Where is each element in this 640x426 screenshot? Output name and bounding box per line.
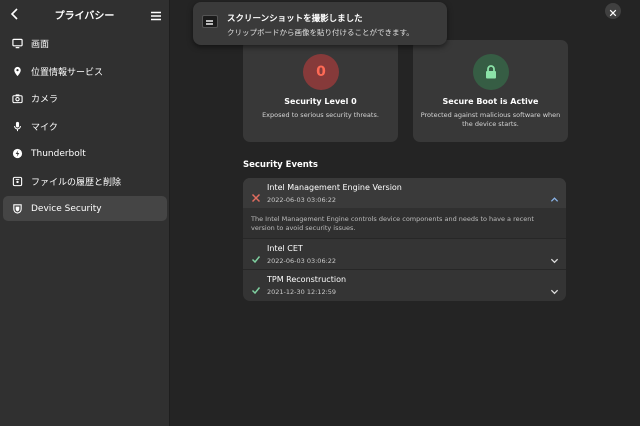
event-date: 2022-06-03 03:06:22 — [267, 257, 337, 265]
sidebar-item-label: ファイルの履歴と削除 — [31, 177, 122, 188]
close-icon — [609, 2, 617, 21]
security-level-subtitle: Exposed to serious security threats. — [262, 111, 379, 119]
sidebar-item-file-history[interactable]: ファイルの履歴と削除 — [3, 169, 167, 194]
security-events-heading: Security Events — [243, 160, 318, 170]
close-button[interactable] — [605, 3, 621, 19]
lock-icon — [473, 54, 509, 90]
camera-icon — [11, 93, 23, 105]
sidebar-item-label: 画面 — [31, 40, 50, 50]
security-level-card: 0 Security Level 0 Exposed to serious se… — [243, 40, 398, 142]
sidebar-header: プライバシー — [0, 0, 169, 28]
sidebar-item-device-security[interactable]: Device Security — [3, 196, 167, 221]
hamburger-menu-icon[interactable] — [150, 7, 162, 21]
security-events-list: Intel Management Engine Version 2022-06-… — [243, 178, 566, 301]
file-history-icon — [11, 175, 23, 187]
sidebar-item-label: Device Security — [31, 203, 102, 214]
secure-boot-card: Secure Boot is Active Protected against … — [413, 40, 568, 142]
sidebar-item-label: 位置情報サービス — [31, 67, 104, 78]
chevron-up-icon[interactable] — [550, 189, 559, 202]
screenshot-toast[interactable]: スクリーンショットを撮影しました クリップボードから画像を貼り付けることができま… — [193, 2, 447, 45]
sidebar-item-location[interactable]: 位置情報サービス — [3, 59, 167, 84]
sidebar-item-camera[interactable]: カメラ — [3, 86, 167, 111]
security-level-title: Security Level 0 — [284, 97, 357, 106]
event-row-intel-cet[interactable]: Intel CET 2022-06-03 03:06:22 — [243, 239, 566, 270]
sidebar-item-label: マイク — [31, 122, 58, 133]
event-date: 2021-12-30 12:12:59 — [267, 288, 337, 296]
location-pin-icon — [11, 65, 23, 77]
sidebar-item-microphone[interactable]: マイク — [3, 114, 167, 139]
monitor-icon — [11, 38, 23, 50]
sidebar-item-label: カメラ — [31, 95, 59, 105]
sidebar-title: プライバシー — [54, 11, 115, 22]
event-row-tpm-reconstruction[interactable]: TPM Reconstruction 2021-12-30 12:12:59 — [243, 270, 566, 301]
secure-boot-subtitle: Protected against malicious software whe… — [420, 111, 561, 128]
event-date: 2022-06-03 03:06:22 — [267, 196, 337, 204]
sidebar-item-label: Thunderbolt — [31, 148, 86, 159]
pass-check-icon — [251, 249, 261, 264]
sidebar-item-screen[interactable]: 画面 — [3, 31, 167, 56]
pass-check-icon — [251, 280, 261, 295]
chevron-down-icon[interactable] — [550, 281, 559, 295]
event-title: Intel Management Engine Version — [267, 183, 402, 192]
shield-icon — [11, 203, 23, 215]
chevron-down-icon[interactable] — [550, 250, 559, 264]
event-title: Intel CET — [267, 244, 303, 253]
secure-boot-title: Secure Boot is Active — [442, 97, 539, 106]
event-title: TPM Reconstruction — [267, 275, 347, 284]
microphone-icon — [11, 120, 23, 132]
sidebar: プライバシー 画面 位置情報サービス カメラ マイク Thunderbolt フ… — [0, 0, 170, 426]
screenshot-icon — [202, 15, 218, 28]
thunderbolt-icon — [11, 148, 23, 160]
fail-cross-icon — [251, 188, 261, 203]
security-level-badge: 0 — [303, 54, 339, 90]
event-detail-intel-me: The Intel Management Engine controls dev… — [243, 208, 566, 239]
sidebar-list: 画面 位置情報サービス カメラ マイク Thunderbolt ファイルの履歴と… — [3, 31, 167, 224]
toast-body: クリップボードから画像を貼り付けることができます。 — [227, 28, 414, 37]
event-row-intel-me[interactable]: Intel Management Engine Version 2022-06-… — [243, 178, 566, 208]
toast-title: スクリーンショットを撮影しました — [227, 14, 363, 24]
sidebar-item-thunderbolt[interactable]: Thunderbolt — [3, 141, 167, 166]
security-level-number: 0 — [316, 64, 326, 80]
